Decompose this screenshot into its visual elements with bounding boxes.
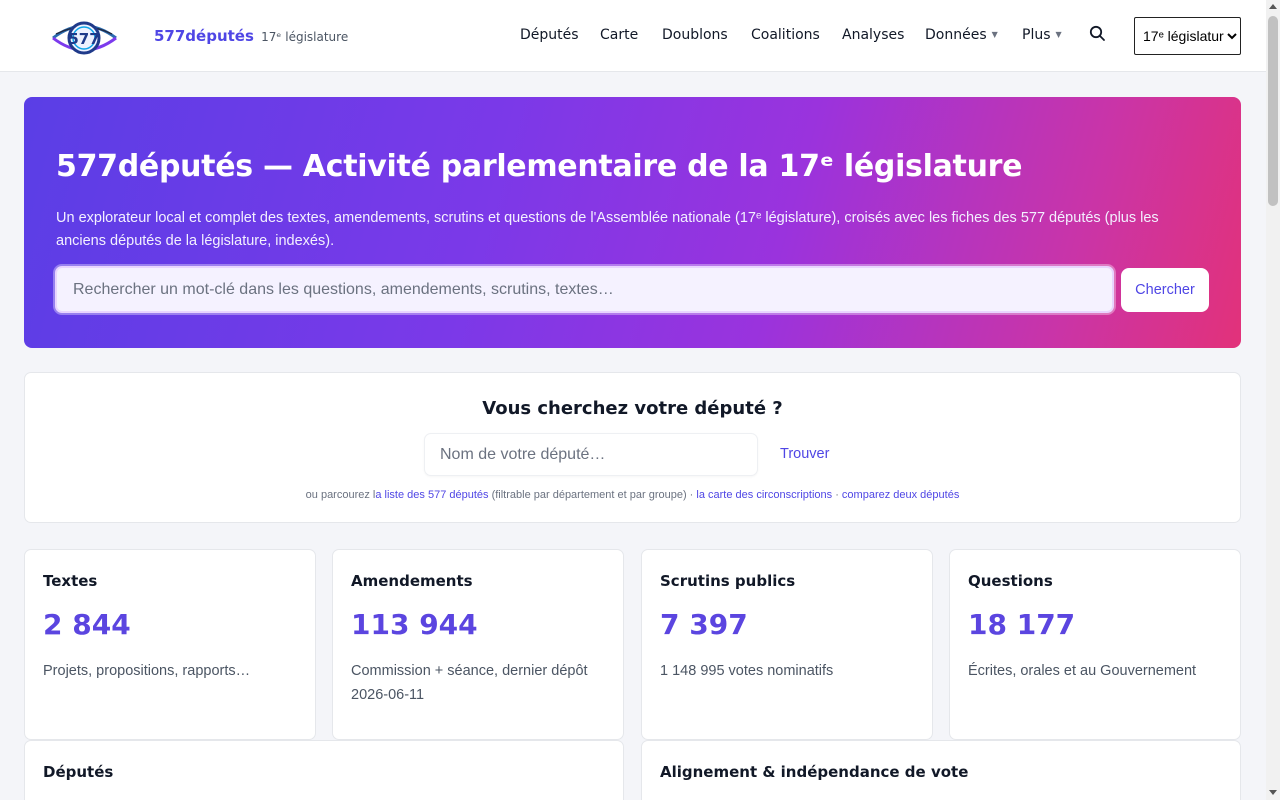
- hero-description: Un explorateur local et complet des text…: [56, 210, 1159, 249]
- legislature-select[interactable]: 17ᵉ législature: [1134, 17, 1241, 55]
- top-navbar: 577 577députés 17ᵉ législature Députés C…: [0, 0, 1266, 72]
- alignment-section-card: Alignement & indépendance de vote: [641, 740, 1241, 800]
- brand-legislature: 17ᵉ législature: [261, 30, 349, 44]
- caret-down-icon: ▼: [991, 30, 998, 39]
- compare-deputies-link[interactable]: comparez deux députés: [842, 489, 959, 501]
- stat-title: Scrutins publics: [660, 572, 796, 590]
- stat-card-questions[interactable]: Questions 18 177 Écrites, orales et au G…: [949, 549, 1241, 740]
- deputy-list-link[interactable]: a liste des 577 députés: [375, 489, 488, 501]
- nav-label: Doublons: [662, 27, 728, 43]
- brand-name: 577députés: [154, 27, 254, 45]
- scrollbar-thumb[interactable]: [1268, 16, 1278, 206]
- caret-down-icon: ▼: [1055, 30, 1062, 39]
- nav-label: Plus: [1022, 27, 1051, 43]
- page-title: 577députés — Activité parlementaire de l…: [56, 149, 1023, 184]
- stat-title: Textes: [43, 572, 98, 590]
- section-title: Députés: [43, 763, 114, 781]
- stat-title: Amendements: [351, 572, 473, 590]
- nav-label: Coalitions: [751, 27, 820, 43]
- scroll-up-arrow-icon[interactable]: [1269, 4, 1277, 9]
- stat-description: Commission + séance, dernier dépôt 2026-…: [351, 663, 588, 703]
- find-button[interactable]: Trouver: [780, 446, 829, 462]
- nav-doublons[interactable]: Doublons: [662, 27, 728, 43]
- nav-donnees-dropdown[interactable]: Données ▼: [925, 27, 998, 43]
- stat-value: 7 397: [660, 608, 748, 641]
- stat-card-textes[interactable]: Textes 2 844 Projets, propositions, rapp…: [24, 549, 316, 740]
- nav-label: Carte: [600, 27, 639, 43]
- find-deputy-title: Vous cherchez votre député ?: [482, 398, 783, 419]
- browse-list-note: (filtrable par département et par groupe…: [488, 489, 697, 501]
- scroll-down-arrow-icon[interactable]: [1269, 790, 1277, 795]
- stat-description: Écrites, orales et au Gouvernement: [968, 663, 1197, 679]
- nav-plus-dropdown[interactable]: Plus ▼: [1022, 27, 1062, 43]
- global-search-input[interactable]: [55, 266, 1114, 313]
- site-logo[interactable]: 577: [50, 16, 118, 60]
- stat-title: Questions: [968, 572, 1053, 590]
- stat-card-amendements[interactable]: Amendements 113 944 Commission + séance,…: [332, 549, 624, 740]
- nav-label: Députés: [520, 27, 579, 43]
- section-title: Alignement & indépendance de vote: [660, 763, 969, 781]
- nav-deputes[interactable]: Députés: [520, 27, 579, 43]
- stat-description: 1 148 995 votes nominatifs: [660, 663, 834, 679]
- nav-analyses[interactable]: Analyses: [842, 27, 904, 43]
- eye-logo-icon: 577: [52, 21, 117, 55]
- browse-prefix: ou parcourez l: [305, 489, 376, 501]
- browse-separator: ·: [832, 489, 842, 501]
- nav-carte[interactable]: Carte: [600, 27, 638, 43]
- page-scrollbar[interactable]: [1266, 0, 1280, 800]
- browse-links: ou parcourez la liste des 577 députés (f…: [25, 489, 1240, 501]
- constituency-map-link[interactable]: la carte des circonscriptions: [696, 489, 832, 501]
- deputes-section-card: Députés: [24, 740, 624, 800]
- nav-coalitions[interactable]: Coalitions: [751, 27, 820, 43]
- deputy-name-input[interactable]: [424, 433, 758, 476]
- nav-label: Analyses: [842, 27, 905, 43]
- search-icon[interactable]: [1088, 24, 1108, 44]
- stat-description: Projets, propositions, rapports…: [43, 663, 251, 679]
- stat-value: 113 944: [351, 608, 478, 641]
- find-deputy-card: Vous cherchez votre député ? Trouver ou …: [24, 372, 1241, 523]
- stat-card-scrutins[interactable]: Scrutins publics 7 397 1 148 995 votes n…: [641, 549, 933, 740]
- search-button[interactable]: Chercher: [1121, 268, 1209, 312]
- stat-value: 18 177: [968, 608, 1076, 641]
- nav-label: Données: [925, 27, 987, 43]
- brand-link[interactable]: 577députés 17ᵉ législature: [154, 27, 348, 45]
- logo-text: 577: [68, 30, 99, 48]
- hero-banner: 577députés — Activité parlementaire de l…: [24, 97, 1241, 348]
- stat-value: 2 844: [43, 608, 131, 641]
